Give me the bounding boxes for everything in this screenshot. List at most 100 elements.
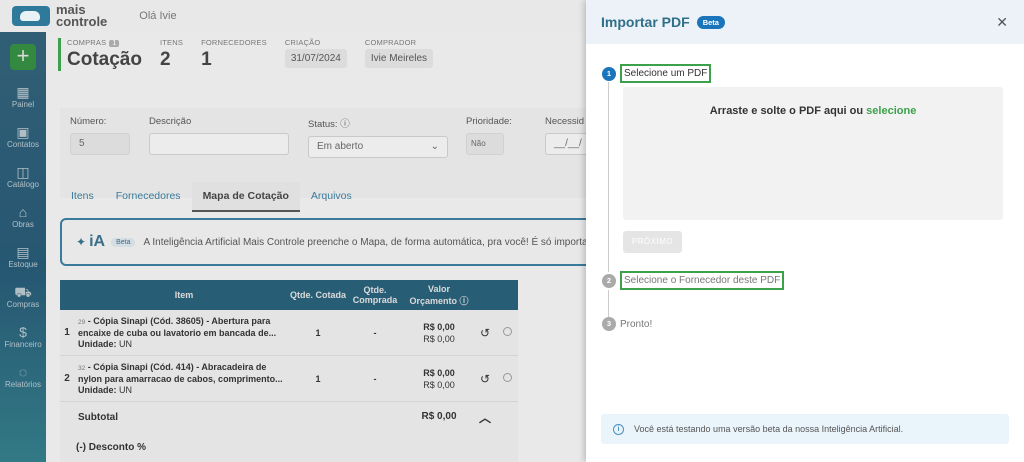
table-row[interactable]: 1 29 - Cópia Sinapi (Cód. 38605) - Abert… (60, 310, 518, 356)
ia-beta-badge: Beta (111, 237, 136, 247)
numero-field[interactable]: 5 (70, 133, 130, 155)
info-text: Você está testando uma versão beta da no… (634, 424, 904, 434)
sidebar-item-estoque[interactable]: ▤ Estoque (0, 244, 46, 284)
criacao-label: CRIAÇÃO (284, 38, 321, 47)
subtotal-value: R$ 0,00 (421, 411, 457, 422)
item-description: - Cópia Sinapi (Cód. 414) - Abracadeira … (78, 361, 283, 384)
descricao-field[interactable] (149, 133, 289, 155)
page-header: COMPRAS 1 Cotação ITENS 2 FORNECEDORES 1 … (58, 38, 451, 80)
main-content: COMPRAS 1 Cotação ITENS 2 FORNECEDORES 1 … (46, 32, 586, 462)
step-1-number: 1 (602, 66, 616, 81)
logo[interactable]: mais controle (12, 3, 107, 28)
criacao-date: 31/07/2024 (284, 49, 347, 68)
sidebar-item-financeiro[interactable]: $ Financeiro (0, 324, 46, 364)
obras-icon: ⌂ (18, 204, 28, 220)
valor-secundario: R$ 0,00 (423, 379, 455, 390)
row-number: 2 (64, 373, 70, 384)
cart-icon: ⛟ (14, 284, 32, 300)
qtde-cotada: 1 (315, 327, 321, 338)
necessidade-field[interactable]: __/__/ (545, 133, 586, 155)
prioridade-label: Prioridade: (466, 116, 512, 127)
select-radio[interactable] (502, 327, 512, 336)
ia-logo: iA (89, 233, 106, 250)
reports-icon: ◌ (18, 364, 28, 380)
sidebar-item-label: Estoque (8, 260, 38, 269)
next-button[interactable]: PRÓXIMO (623, 231, 682, 253)
panel-title: Importar PDF (601, 14, 690, 30)
panel-header: Importar PDF Beta (586, 0, 1024, 44)
prioridade-toggle[interactable]: Não (466, 133, 504, 155)
beta-info-bar: i Você está testando uma versão beta da … (601, 414, 1009, 444)
sidebar-item-obras[interactable]: ⌂ Obras (0, 204, 46, 244)
sidebar-item-contatos[interactable]: ▣ Contatos (0, 124, 46, 164)
col-qtde-comprada: Qtde. Comprada (352, 285, 398, 305)
info-icon: ⓘ (459, 296, 469, 306)
quotation-table: Item Qtde. Cotada Qtde. Comprada Valor O… (60, 280, 518, 462)
row-number: 1 (64, 327, 70, 338)
dashboard-icon: ▦ (16, 84, 30, 100)
stock-icon: ▤ (16, 244, 30, 260)
necessidade-label: Necessid (545, 116, 585, 127)
unidade-value: UN (119, 338, 133, 349)
select-file-link[interactable]: selecione (866, 105, 916, 117)
sidebar-item-relatorios[interactable]: ◌ Relatórios (0, 364, 46, 404)
contacts-icon: ▣ (16, 124, 30, 140)
close-icon[interactable]: ✕ (996, 14, 1008, 31)
sparkle-icon: ✦ (76, 235, 87, 249)
sidebar-item-catalogo[interactable]: ◫ Catálogo (0, 164, 46, 204)
dollar-icon: $ (19, 324, 27, 340)
tab-itens[interactable]: Itens (60, 182, 105, 212)
tab-bar: Itens Fornecedores Mapa de Cotação Arqui… (60, 182, 363, 212)
greeting: Olá Ivie (139, 10, 177, 22)
sidebar-item-label: Contatos (6, 140, 40, 149)
step-3-label: Pronto! (620, 318, 653, 330)
plus-icon: + (16, 43, 30, 68)
sidebar-item-label: Catálogo (6, 180, 40, 189)
step-1-label: Selecione um PDF (620, 64, 712, 83)
step-2: 2 Selecione o Fornecedor deste PDF (602, 271, 785, 290)
new-button[interactable]: + (10, 44, 36, 70)
tab-arquivos[interactable]: Arquivos (300, 182, 363, 212)
stepper-line (608, 82, 609, 272)
sidebar-item-label: Obras (12, 220, 34, 229)
qtde-comprada: - (373, 327, 377, 338)
valor-orcamento: R$ 0,00 (423, 321, 455, 332)
desconto-row: (-) Desconto % (60, 432, 518, 462)
catalog-icon: ◫ (16, 164, 30, 180)
valor-secundario: R$ 0,00 (423, 333, 455, 344)
cloud-logo-icon (12, 6, 50, 26)
history-icon[interactable]: ↺ (474, 372, 496, 386)
sidebar-item-label: Painel (11, 100, 35, 109)
table-row[interactable]: 2 32 - Cópia Sinapi (Cód. 414) - Abracad… (60, 356, 518, 402)
page-title: Cotação (67, 49, 142, 70)
status-select[interactable]: Em aberto ⌄ (308, 136, 448, 158)
subtotal-row: Subtotal R$ 0,00 ︿ (60, 402, 518, 432)
sidebar-item-compras[interactable]: ⛟ Compras (0, 284, 46, 324)
ia-banner-text: A Inteligência Artificial Mais Controle … (143, 236, 586, 248)
unidade-label: Unidade: (78, 384, 117, 395)
valor-orcamento: R$ 0,00 (423, 367, 455, 378)
select-radio[interactable] (502, 373, 512, 382)
comprador-name: Ivie Meireles (364, 49, 434, 68)
step-3: 3 Pronto! (602, 317, 652, 331)
chevron-up-icon[interactable]: ︿ (474, 409, 496, 426)
status-label: Status: (308, 119, 338, 130)
comprador-label: COMPRADOR (364, 38, 417, 47)
step-3-number: 3 (602, 317, 616, 331)
ia-banner: ✦ iA Beta A Inteligência Artificial Mais… (60, 218, 586, 266)
info-icon: ⓘ (340, 119, 350, 130)
tab-mapa-de-cotacao[interactable]: Mapa de Cotação (191, 182, 300, 212)
qtde-cotada: 1 (315, 373, 321, 384)
sidebar-item-label: Compras (6, 300, 40, 309)
pdf-dropzone[interactable]: Arraste e solte o PDF aqui ou selecione (623, 87, 1003, 220)
col-valor-orcamento: Valor Orçamento (409, 284, 457, 306)
table-header: Item Qtde. Cotada Qtde. Comprada Valor O… (60, 280, 518, 310)
beta-badge: Beta (696, 15, 725, 29)
step-1: 1 Selecione um PDF (602, 64, 712, 83)
history-icon[interactable]: ↺ (474, 326, 496, 340)
step-2-label: Selecione o Fornecedor deste PDF (620, 271, 785, 290)
col-qtde-cotada: Qtde. Cotada (290, 290, 347, 300)
col-item: Item (174, 289, 194, 300)
tab-fornecedores[interactable]: Fornecedores (105, 182, 192, 212)
sidebar-item-painel[interactable]: ▦ Painel (0, 84, 46, 124)
